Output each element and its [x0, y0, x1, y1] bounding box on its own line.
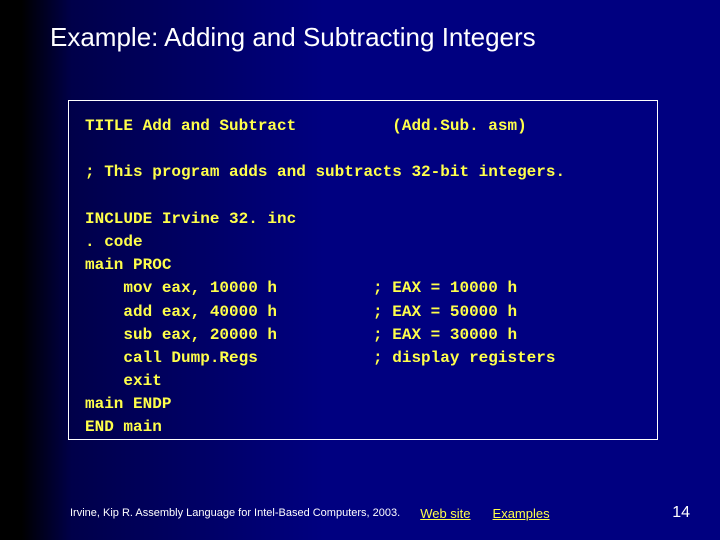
slide-title: Example: Adding and Subtracting Integers [50, 22, 536, 53]
code-line: INCLUDE Irvine 32. inc [85, 210, 296, 228]
website-link[interactable]: Web site [420, 506, 470, 521]
code-line: (Add.Sub. asm) [392, 117, 526, 135]
code-line: main PROC [85, 256, 171, 274]
code-line: ; EAX = 10000 h [373, 279, 517, 297]
code-line: ; display registers [373, 349, 555, 367]
footer: Irvine, Kip R. Assembly Language for Int… [70, 504, 690, 522]
credit-text: Irvine, Kip R. Assembly Language for Int… [70, 507, 400, 519]
code-box: TITLE Add and Subtract (Add.Sub. asm) ; … [68, 100, 658, 440]
code-line: END main [85, 418, 162, 436]
code-line: sub eax, 20000 h [85, 326, 277, 344]
code-line: ; This program adds and subtracts 32-bit… [85, 163, 565, 181]
code-line: TITLE Add and Subtract [85, 117, 296, 135]
code-line: ; EAX = 50000 h [373, 303, 517, 321]
code-line: ; EAX = 30000 h [373, 326, 517, 344]
code-line: . code [85, 233, 143, 251]
code-line: exit [85, 372, 162, 390]
page-number: 14 [672, 504, 690, 522]
code-line: add eax, 40000 h [85, 303, 277, 321]
examples-link[interactable]: Examples [493, 506, 550, 521]
code-line: call Dump.Regs [85, 349, 258, 367]
code-line: mov eax, 10000 h [85, 279, 277, 297]
code-line: main ENDP [85, 395, 171, 413]
